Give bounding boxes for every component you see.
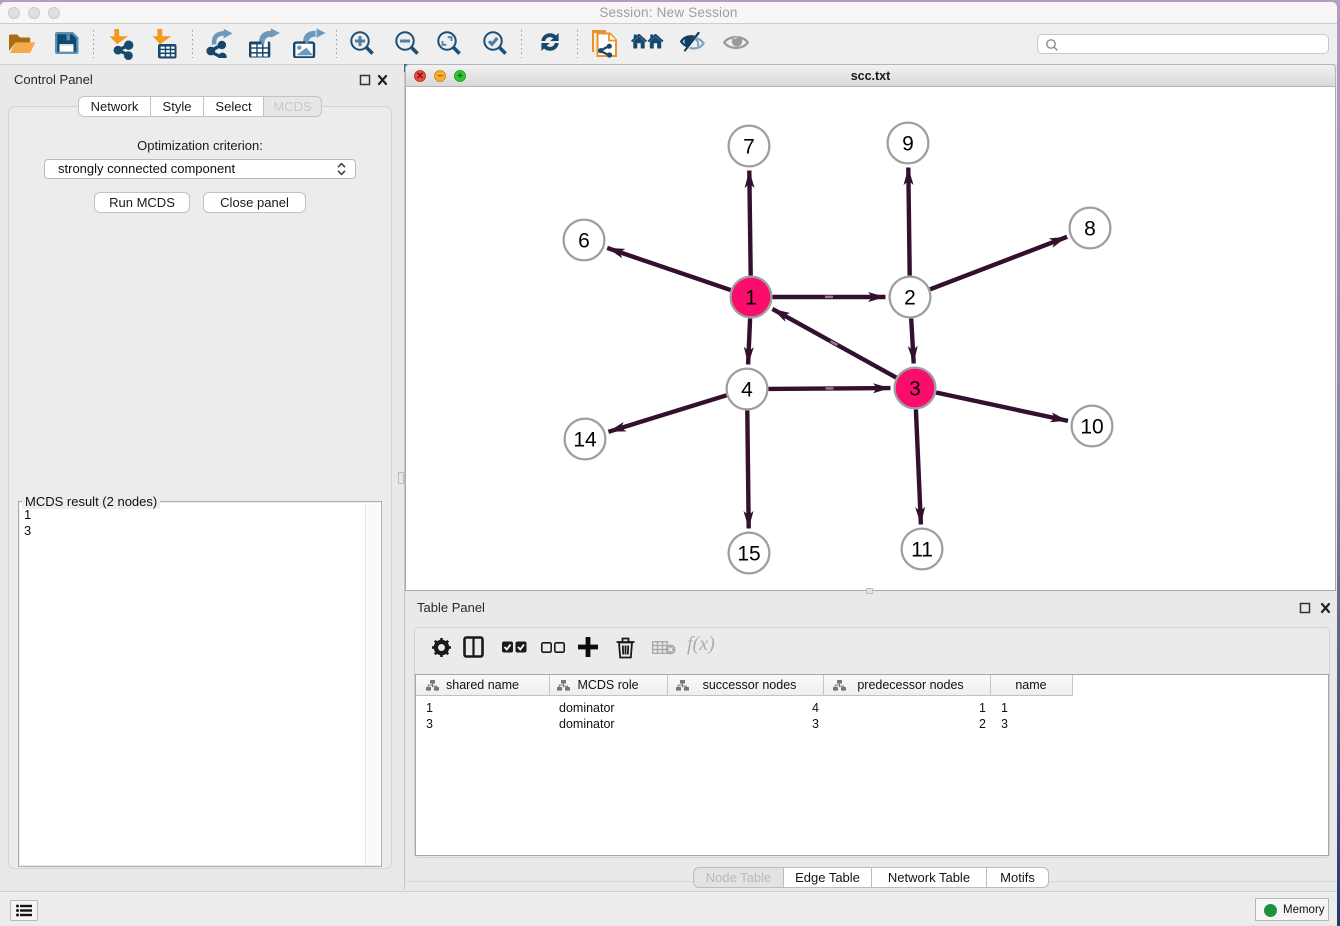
svg-text:3: 3 <box>909 378 921 401</box>
svg-text:15: 15 <box>737 543 760 566</box>
svg-text:7: 7 <box>743 136 755 159</box>
svg-text:9: 9 <box>902 133 914 156</box>
svg-text:2: 2 <box>904 287 916 310</box>
svg-text:8: 8 <box>1084 218 1096 241</box>
svg-text:10: 10 <box>1080 416 1103 439</box>
svg-text:14: 14 <box>573 429 597 452</box>
svg-text:11: 11 <box>911 539 933 562</box>
svg-text:1: 1 <box>745 287 757 310</box>
svg-text:4: 4 <box>741 379 753 402</box>
svg-text:6: 6 <box>578 230 590 253</box>
